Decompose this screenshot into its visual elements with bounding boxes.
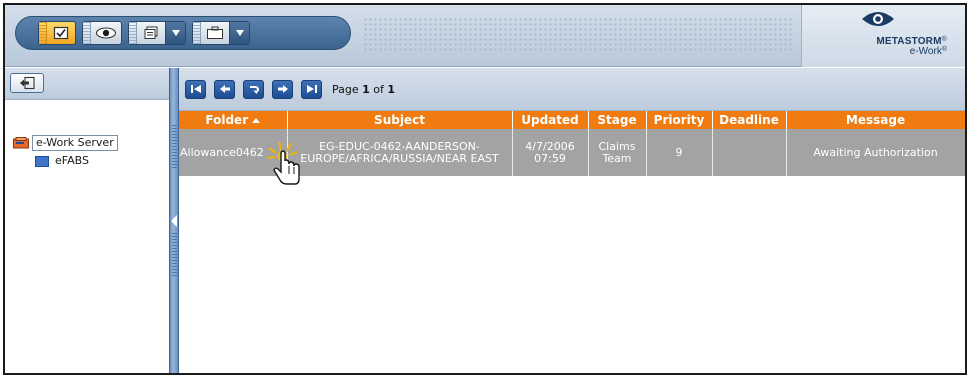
page-indicator: Page 1 of 1: [332, 83, 395, 96]
brand-logo: METASTORM ® e-Work ®: [801, 5, 965, 67]
column-updated-label: Updated: [521, 113, 579, 127]
cell-updated-time: 07:59: [534, 151, 566, 165]
column-deadline-label: Deadline: [719, 113, 779, 127]
logout-button[interactable]: [10, 73, 44, 93]
view-button[interactable]: [82, 21, 122, 45]
column-header-subject[interactable]: Subject: [287, 111, 513, 129]
grip-handle: [83, 22, 91, 44]
sort-ascending-icon: [252, 118, 261, 123]
checkbox-icon: [47, 22, 75, 44]
previous-page-button[interactable]: [214, 79, 235, 99]
splitter-grip-top: [172, 124, 177, 168]
app-window: METASTORM ® e-Work ® e-Work Server eFABS…: [3, 3, 967, 375]
cell-message: Awaiting Authorization: [786, 129, 965, 176]
arrow-right-icon: [277, 85, 288, 93]
tree-item-server-label: e-Work Server: [32, 135, 118, 151]
cell-updated-date: 4/7/2006: [525, 139, 575, 153]
first-page-icon: [190, 85, 201, 93]
eye-icon: [91, 22, 121, 44]
current-page: 1: [362, 82, 370, 96]
cell-updated: 4/7/2006 07:59: [512, 129, 589, 176]
tree-item-efabs-label: eFABS: [55, 154, 89, 167]
folder-icon: [35, 155, 49, 167]
toolbar-dot-pattern: [363, 17, 793, 51]
column-header-message[interactable]: Message: [786, 111, 965, 129]
briefcase-icon: [201, 22, 229, 44]
column-folder-label: Folder: [205, 113, 249, 127]
column-message-label: Message: [845, 113, 906, 127]
column-header-deadline[interactable]: Deadline: [712, 111, 787, 129]
column-stage-label: Stage: [597, 113, 637, 127]
arrow-left-icon: [219, 85, 230, 93]
chevron-down-icon[interactable]: [165, 22, 185, 44]
column-header-folder[interactable]: Folder: [179, 111, 288, 129]
collapse-left-icon[interactable]: [171, 215, 177, 227]
grip-handle: [39, 22, 47, 44]
server-icon: [13, 137, 29, 149]
cell-subject: EG-EDUC-0462-AANDERSON-EUROPE/AFRICA/RUS…: [287, 129, 513, 176]
total-pages: 1: [387, 82, 396, 96]
next-page-button[interactable]: [272, 79, 293, 99]
top-toolbar: METASTORM ® e-Work ®: [5, 5, 965, 67]
first-page-button[interactable]: [185, 79, 206, 99]
metastorm-eye-icon: [862, 12, 894, 26]
last-page-icon: [306, 85, 317, 93]
left-panel: e-Work Server eFABS: [5, 68, 169, 373]
chevron-down-icon[interactable]: [229, 22, 249, 44]
column-header-priority[interactable]: Priority: [646, 111, 713, 129]
redo-arrow-icon: [249, 86, 259, 94]
pager-bar: Page 1 of 1: [179, 68, 965, 111]
table-header-row: Folder Subject Updated Stage Priority De…: [179, 111, 965, 129]
cell-stage: Claims Team: [588, 129, 647, 176]
column-header-stage[interactable]: Stage: [588, 111, 647, 129]
forms-button[interactable]: [128, 21, 186, 45]
exit-arrow-icon: [20, 76, 35, 90]
refresh-button[interactable]: [243, 79, 264, 99]
checklist-button[interactable]: [38, 21, 76, 45]
last-page-button[interactable]: [301, 79, 322, 99]
column-priority-label: Priority: [653, 113, 705, 127]
brand-registered: ®: [941, 35, 947, 43]
tree-item-efabs[interactable]: eFABS: [35, 152, 118, 170]
tree-item-server[interactable]: e-Work Server: [13, 134, 118, 152]
briefcase-button[interactable]: [192, 21, 250, 45]
column-header-updated[interactable]: Updated: [512, 111, 589, 129]
main-panel: Page 1 of 1 Folder Subject Updated Stage…: [179, 68, 965, 373]
cell-priority: 9: [646, 129, 713, 176]
page-of: of: [373, 82, 384, 96]
page-prefix: Page: [332, 82, 359, 96]
toolbar-button-group: [15, 16, 351, 50]
panel-splitter[interactable]: [169, 68, 179, 373]
forms-icon: [137, 22, 165, 44]
hand-cursor-icon: [267, 141, 300, 185]
column-subject-label: Subject: [374, 113, 425, 127]
grip-handle: [193, 22, 201, 44]
splitter-grip-bottom: [172, 232, 177, 276]
brand-product: e-Work: [909, 45, 942, 57]
folder-tree: e-Work Server eFABS: [13, 134, 118, 170]
brand-product-registered: ®: [941, 45, 947, 53]
cell-deadline: [712, 129, 787, 176]
left-panel-header: [5, 68, 169, 100]
grip-handle: [129, 22, 137, 44]
